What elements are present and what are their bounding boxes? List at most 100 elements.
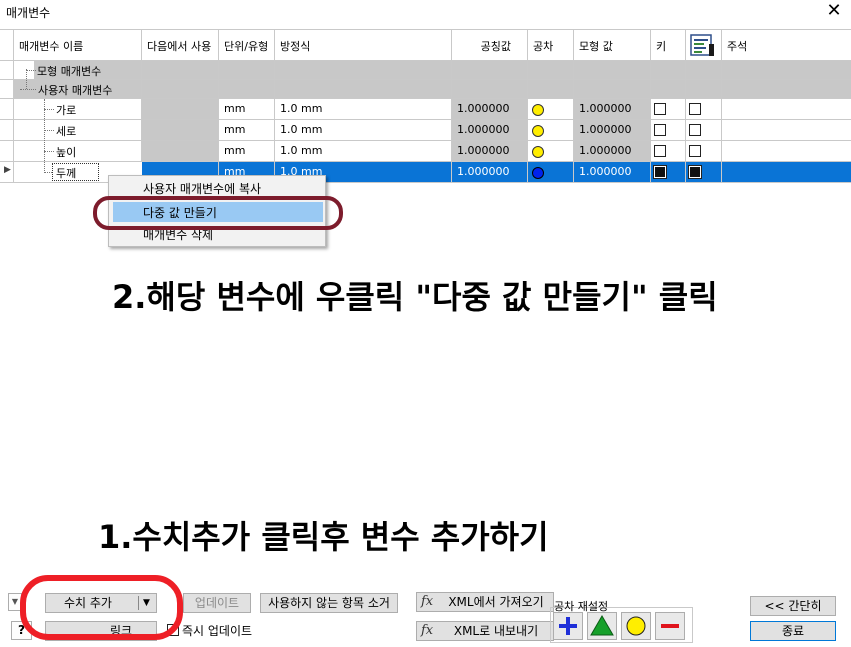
menu-item-copy-to-user[interactable]: 사용자 매개변수에 복사 [113, 178, 323, 198]
group-cell [574, 80, 651, 99]
tolerance-cell[interactable] [528, 99, 574, 120]
column-header-model-value[interactable]: 모형 값 [574, 29, 651, 61]
parameter-name[interactable]: 세로 [14, 120, 142, 141]
tree-line [44, 130, 54, 131]
parameter-name[interactable]: 가로 [14, 99, 142, 120]
row-header-corner [0, 29, 14, 61]
export-cell[interactable] [686, 141, 722, 162]
tolerance-median-button[interactable] [587, 612, 617, 640]
close-icon[interactable]: ✕ [825, 0, 843, 22]
import-xml-button[interactable]: fx XML에서 가져오기 [416, 592, 554, 612]
parameters-grid: 매개변수 이름 다음에서 사용 단위/유형 방정식 공칭값 공차 모형 값 키 … [0, 29, 851, 184]
parameter-comment[interactable] [722, 99, 851, 120]
column-header-tolerance[interactable]: 공차 [528, 29, 574, 61]
window-title: 매개변수 [6, 6, 51, 20]
parameter-equation[interactable]: 1.0 mm [275, 120, 452, 141]
export-cell[interactable] [686, 99, 722, 120]
key-checkbox[interactable] [654, 103, 666, 115]
title-bar: 매개변수 ✕ [0, 0, 851, 26]
parameter-unit[interactable]: mm [219, 120, 275, 141]
tree-line [26, 69, 27, 89]
triangle-icon [590, 615, 614, 636]
tolerance-circle-icon [532, 146, 544, 158]
column-header-equation[interactable]: 방정식 [275, 29, 452, 61]
export-checkbox[interactable] [689, 103, 701, 115]
group-cell [142, 61, 219, 80]
export-checkbox[interactable] [689, 124, 701, 136]
parameter-equation[interactable]: 1.0 mm [275, 141, 452, 162]
row-header [0, 80, 14, 99]
export-xml-label: XML로 내보내기 [453, 624, 539, 638]
key-cell[interactable] [651, 141, 686, 162]
column-header-source[interactable]: 다음에서 사용 [142, 29, 219, 61]
row-header-current[interactable]: ▶ [0, 162, 14, 183]
parameter-comment[interactable] [722, 120, 851, 141]
group-cell [686, 61, 722, 80]
tolerance-cell[interactable] [528, 162, 574, 183]
parameter-model-value: 1.000000 [574, 162, 651, 183]
row-header [0, 99, 14, 120]
tree-line [20, 89, 36, 90]
parameter-unit[interactable]: mm [219, 141, 275, 162]
key-checkbox[interactable] [654, 124, 666, 136]
key-checkbox[interactable] [653, 165, 667, 179]
export-cell[interactable] [686, 162, 722, 183]
tolerance-lower-button[interactable] [655, 612, 685, 640]
parameter-comment[interactable] [722, 141, 851, 162]
parameter-unit[interactable]: mm [219, 99, 275, 120]
tree-line [44, 109, 54, 110]
parameter-equation[interactable]: 1.0 mm [275, 99, 452, 120]
column-header-nominal[interactable]: 공칭값 [452, 29, 528, 61]
key-checkbox[interactable] [654, 145, 666, 157]
update-button[interactable]: 업데이트 [183, 593, 251, 613]
parameter-comment[interactable] [722, 162, 851, 183]
parameter-nominal: 1.000000 [452, 99, 528, 120]
group-row-user[interactable]: 사용자 매개변수 [0, 80, 851, 99]
parameter-source [142, 141, 219, 162]
parameter-source [142, 120, 219, 141]
purge-unused-button[interactable]: 사용하지 않는 항목 소거 [260, 593, 398, 613]
column-header-name[interactable]: 매개변수 이름 [14, 29, 142, 61]
table-row[interactable]: 세로 mm 1.0 mm 1.000000 1.000000 [0, 120, 851, 141]
immediate-update-label: 즉시 업데이트 [182, 624, 253, 638]
key-cell[interactable] [651, 162, 686, 183]
parameter-name[interactable]: 높이 [14, 141, 142, 162]
fx-import-icon: fx [421, 594, 434, 609]
tolerance-cell[interactable] [528, 120, 574, 141]
filter-icon: ▼ [11, 597, 19, 606]
key-cell[interactable] [651, 99, 686, 120]
export-checkbox[interactable] [689, 145, 701, 157]
done-button[interactable]: 종료 [750, 621, 836, 641]
parameter-model-value: 1.000000 [574, 99, 651, 120]
column-header-export[interactable] [686, 29, 722, 61]
export-xml-button[interactable]: fx XML로 내보내기 [416, 621, 554, 641]
tolerance-circle-icon [532, 167, 544, 179]
tree-line [26, 70, 36, 71]
row-header [0, 120, 14, 141]
parameter-model-value: 1.000000 [574, 141, 651, 162]
row-header [0, 61, 14, 80]
tolerance-upper-button[interactable] [553, 612, 583, 640]
export-cell[interactable] [686, 120, 722, 141]
tree-line [44, 151, 54, 152]
circle-icon [626, 616, 646, 636]
instruction-step-2: 2.해당 변수에 우클릭 "다중 값 만들기" 클릭 [112, 278, 718, 316]
group-cell [275, 61, 452, 80]
group-cell [574, 61, 651, 80]
column-header-unit[interactable]: 단위/유형 [219, 29, 275, 61]
less-button[interactable]: << 간단히 [750, 596, 836, 616]
group-cell [219, 61, 275, 80]
tolerance-cell[interactable] [528, 141, 574, 162]
column-header-comment[interactable]: 주석 [722, 29, 851, 61]
key-cell[interactable] [651, 120, 686, 141]
table-row[interactable]: 높이 mm 1.0 mm 1.000000 1.000000 [0, 141, 851, 162]
group-cell [686, 80, 722, 99]
group-row-model[interactable]: 모형 매개변수 [0, 61, 851, 80]
export-checkbox[interactable] [688, 165, 702, 179]
table-row[interactable]: 가로 mm 1.0 mm 1.000000 1.000000 [0, 99, 851, 120]
fx-export-icon: fx [421, 623, 434, 638]
tolerance-nominal-button[interactable] [621, 612, 651, 640]
column-header-key[interactable]: 키 [651, 29, 686, 61]
tree-line [44, 99, 45, 173]
group-cell [528, 80, 574, 99]
